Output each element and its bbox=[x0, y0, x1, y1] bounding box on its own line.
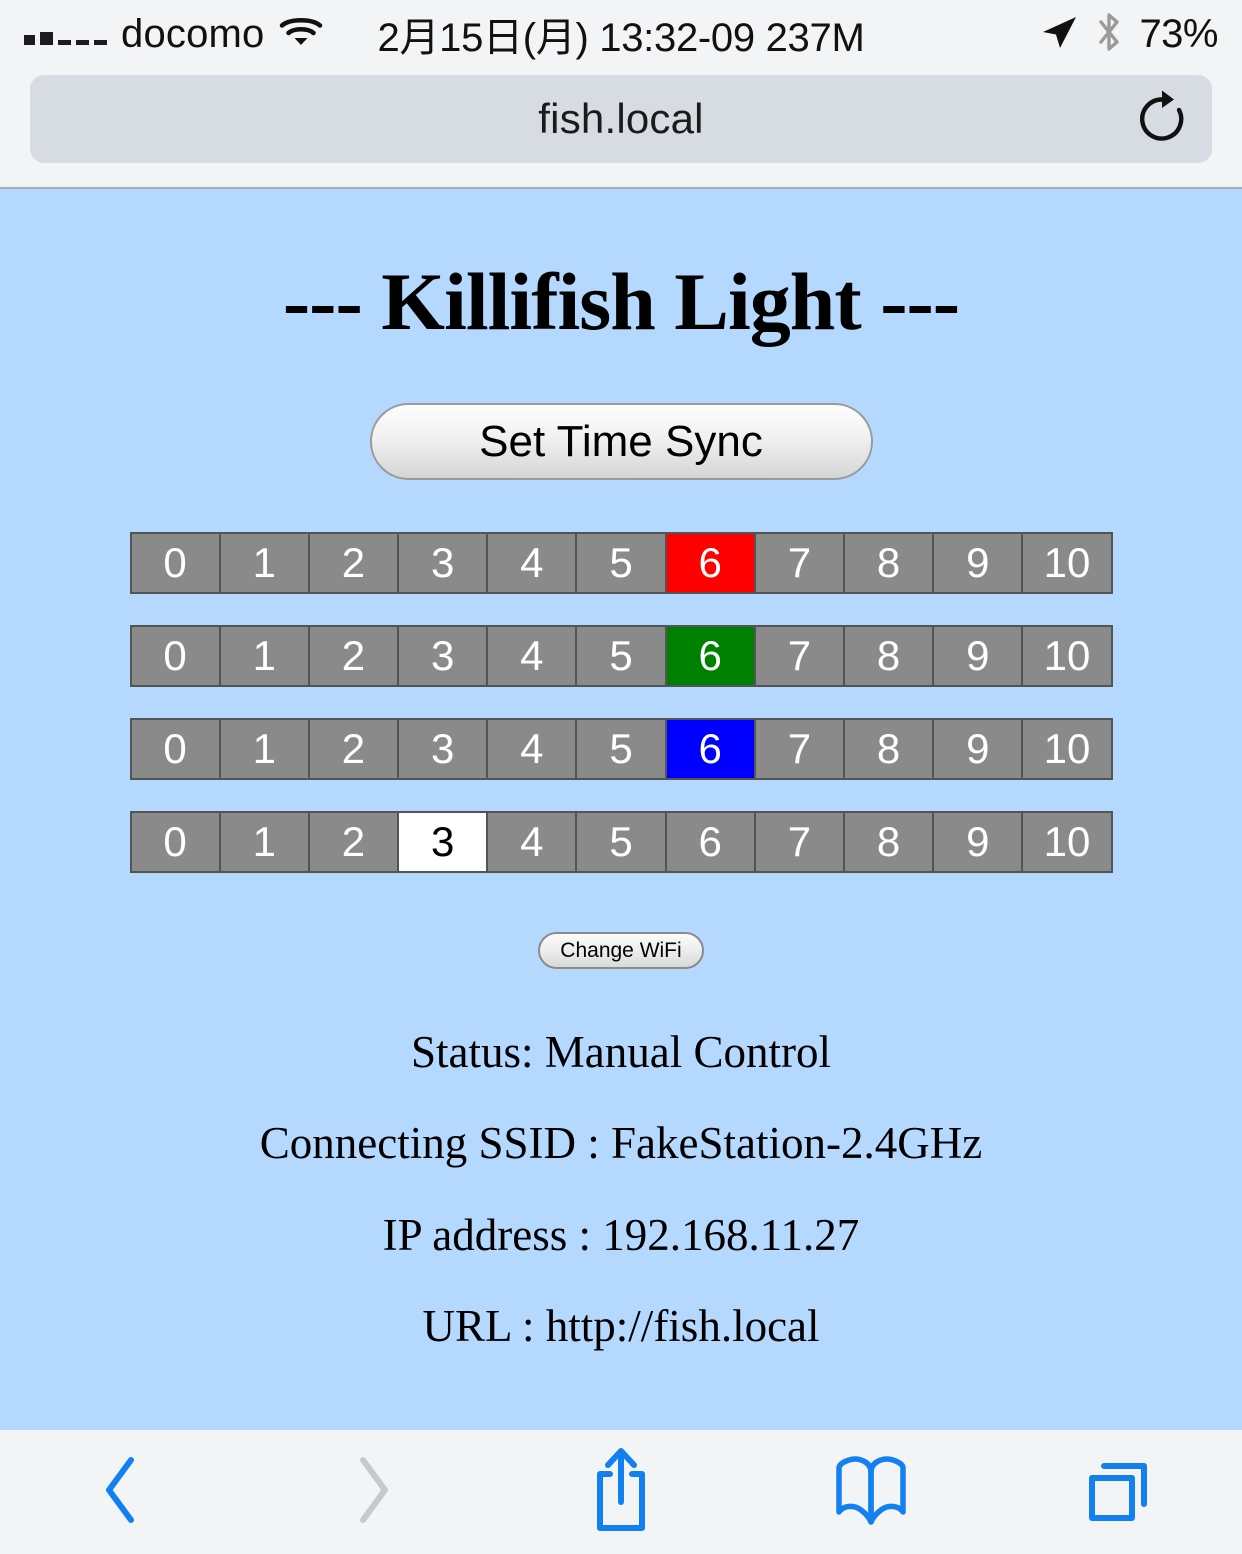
slider-cell[interactable]: 1 bbox=[220, 627, 308, 685]
slider-cell[interactable]: 3 bbox=[399, 627, 487, 685]
url-line: URL : http://fish.local bbox=[422, 1300, 820, 1351]
reload-icon[interactable] bbox=[1134, 90, 1190, 147]
change-wifi-button[interactable]: Change WiFi bbox=[538, 932, 704, 969]
slider-cell[interactable]: 1 bbox=[220, 720, 308, 778]
slider-cell[interactable]: 10 bbox=[1023, 720, 1111, 778]
iphone-safari-window: docomo 2月15日(月) 13:32-09 237M 73% fish.l… bbox=[0, 0, 1242, 1554]
slider-cell[interactable]: 4 bbox=[488, 627, 576, 685]
slider-cell[interactable]: 2 bbox=[309, 627, 398, 685]
slider-white-channel[interactable]: 0 1 2 3 4 5 6 7 8 9 10 bbox=[129, 811, 1113, 873]
share-icon bbox=[590, 1446, 652, 1539]
slider-cell[interactable]: 9 bbox=[934, 813, 1022, 871]
slider-cell[interactable]: 10 bbox=[1023, 627, 1111, 685]
slider-red-channel[interactable]: 0 1 2 3 4 5 6 7 8 9 10 bbox=[129, 532, 1113, 594]
slider-cell[interactable]: 8 bbox=[845, 720, 933, 778]
slider-cell[interactable]: 8 bbox=[845, 627, 933, 685]
slider-cell[interactable]: 9 bbox=[934, 534, 1022, 592]
slider-cell-selected[interactable]: 3 bbox=[399, 813, 487, 871]
slider-cell[interactable]: 4 bbox=[488, 813, 576, 871]
slider-cell[interactable]: 4 bbox=[488, 534, 576, 592]
slider-cell[interactable]: 3 bbox=[399, 534, 487, 592]
wifi-icon bbox=[279, 16, 323, 53]
bluetooth-icon bbox=[1095, 11, 1123, 58]
device-info-block: Status: Manual Control Connecting SSID :… bbox=[0, 1007, 1242, 1372]
slider-cell[interactable]: 1 bbox=[220, 534, 308, 592]
ssid-line: Connecting SSID : FakeStation-2.4GHz bbox=[259, 1118, 983, 1169]
slider-cell[interactable]: 5 bbox=[577, 813, 665, 871]
cellular-signal-icon bbox=[24, 23, 107, 45]
address-bar[interactable]: fish.local bbox=[30, 74, 1212, 163]
slider-cell[interactable]: 7 bbox=[755, 534, 843, 592]
page-title: --- Killifish Light --- bbox=[282, 256, 960, 347]
slider-blue-channel[interactable]: 0 1 2 3 4 5 6 7 8 9 10 bbox=[129, 718, 1113, 780]
slider-cell[interactable]: 6 bbox=[666, 813, 754, 871]
tabs-icon bbox=[1080, 1450, 1160, 1535]
back-button[interactable] bbox=[62, 1442, 182, 1542]
slider-cell[interactable]: 7 bbox=[755, 720, 843, 778]
slider-cell[interactable]: 2 bbox=[309, 534, 398, 592]
location-arrow-icon bbox=[1039, 13, 1079, 56]
ip-address-line: IP address : 192.168.11.27 bbox=[382, 1209, 860, 1260]
slider-cell[interactable]: 8 bbox=[845, 813, 933, 871]
browser-address-bar-container: fish.local bbox=[0, 68, 1242, 187]
slider-cell-selected[interactable]: 6 bbox=[666, 627, 754, 685]
slider-cell[interactable]: 5 bbox=[577, 720, 665, 778]
tabs-button[interactable] bbox=[1060, 1442, 1180, 1542]
status-line: Status: Manual Control bbox=[411, 1027, 831, 1077]
slider-cell[interactable]: 2 bbox=[309, 720, 398, 778]
slider-cell[interactable]: 9 bbox=[934, 720, 1022, 778]
slider-cell[interactable]: 5 bbox=[577, 627, 665, 685]
book-icon bbox=[831, 1450, 911, 1535]
slider-cell[interactable]: 7 bbox=[755, 813, 843, 871]
slider-cell[interactable]: 9 bbox=[934, 627, 1022, 685]
slider-cell[interactable]: 10 bbox=[1023, 534, 1111, 592]
slider-cell[interactable]: 0 bbox=[131, 720, 219, 778]
slider-cell[interactable]: 10 bbox=[1023, 813, 1111, 871]
sync-button-row: Set Time Sync bbox=[0, 403, 1242, 480]
address-bar-url: fish.local bbox=[538, 94, 704, 142]
share-button[interactable] bbox=[561, 1442, 681, 1542]
slider-cell[interactable]: 4 bbox=[488, 720, 576, 778]
slider-cell[interactable]: 7 bbox=[755, 627, 843, 685]
slider-cell[interactable]: 2 bbox=[309, 813, 398, 871]
slider-cell[interactable]: 3 bbox=[399, 720, 487, 778]
channel-sliders: 0 1 2 3 4 5 6 7 8 9 10 0 1 2 3 4 5 6 7 8… bbox=[0, 532, 1242, 873]
slider-cell-selected[interactable]: 6 bbox=[666, 534, 754, 592]
chevron-left-icon bbox=[97, 1455, 147, 1530]
status-bar-left: docomo bbox=[24, 12, 323, 57]
carrier-label: docomo bbox=[121, 11, 265, 56]
web-page-content: --- Killifish Light --- Set Time Sync 0 … bbox=[0, 189, 1242, 1430]
slider-cell[interactable]: 0 bbox=[131, 534, 219, 592]
slider-cell[interactable]: 1 bbox=[220, 813, 308, 871]
browser-bottom-toolbar bbox=[0, 1430, 1242, 1554]
slider-cell[interactable]: 8 bbox=[845, 534, 933, 592]
status-bar: docomo 2月15日(月) 13:32-09 237M 73% bbox=[0, 0, 1242, 68]
slider-cell[interactable]: 0 bbox=[131, 813, 219, 871]
forward-button[interactable] bbox=[312, 1442, 432, 1542]
set-time-sync-button[interactable]: Set Time Sync bbox=[369, 403, 873, 480]
status-bar-right: 73% bbox=[1039, 11, 1218, 58]
chevron-right-icon bbox=[347, 1455, 397, 1530]
slider-cell[interactable]: 0 bbox=[131, 627, 219, 685]
slider-green-channel[interactable]: 0 1 2 3 4 5 6 7 8 9 10 bbox=[129, 625, 1113, 687]
wifi-button-row: Change WiFi bbox=[0, 932, 1242, 969]
slider-cell-selected[interactable]: 6 bbox=[666, 720, 754, 778]
slider-cell[interactable]: 5 bbox=[577, 534, 665, 592]
bookmarks-button[interactable] bbox=[811, 1442, 931, 1542]
battery-percent-label: 73% bbox=[1139, 11, 1218, 56]
